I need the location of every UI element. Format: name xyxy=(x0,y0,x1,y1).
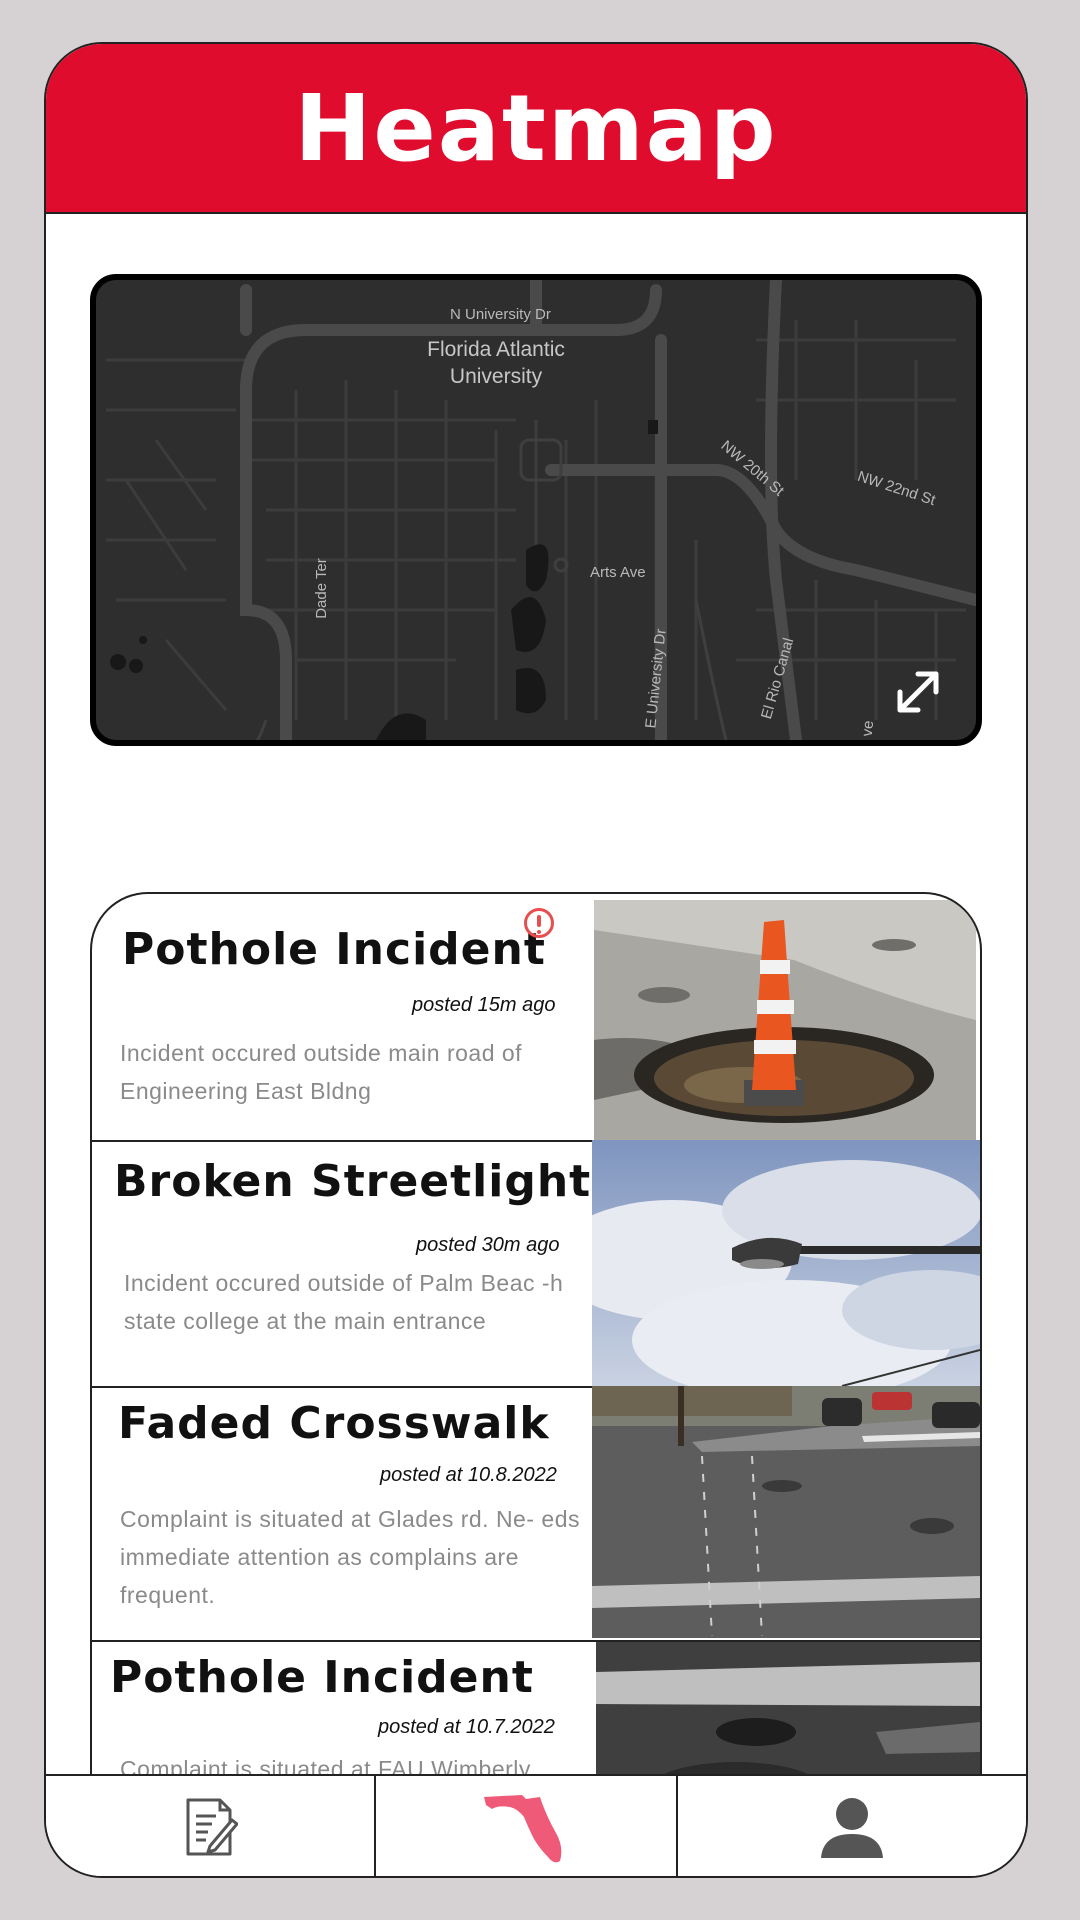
incident-title: Pothole Incident xyxy=(122,924,546,975)
incident-title: Broken Streetlight xyxy=(114,1156,592,1207)
report-document-icon xyxy=(186,1798,238,1856)
exclamation-circle-icon xyxy=(524,908,554,938)
incident-posted-time: posted 15m ago xyxy=(412,994,556,1016)
tab-profile[interactable] xyxy=(678,1776,1026,1876)
map-label-campus: Florida Atlantic University xyxy=(427,338,565,388)
user-profile-icon xyxy=(821,1798,883,1858)
pothole-with-traffic-cone-photo[interactable] xyxy=(594,900,976,1140)
page-title: Heatmap xyxy=(294,74,778,182)
expand-arrows-icon[interactable] xyxy=(890,664,946,720)
tab-heatmap[interactable] xyxy=(376,1776,676,1876)
map-label-edge: ve xyxy=(858,719,878,738)
incident-title: Pothole Incident xyxy=(110,1652,534,1703)
map-label-dade-ter: Dade Ter xyxy=(312,558,330,619)
incident-card[interactable]: Pothole Incident posted 15m ago Incident… xyxy=(92,894,980,1142)
incident-description: Incident occured outside main road of En… xyxy=(120,1040,523,1104)
map-label-n-university-dr: N University Dr xyxy=(450,306,551,323)
incident-title: Faded Crosswalk xyxy=(118,1398,550,1449)
bottom-navigation xyxy=(46,1774,1026,1876)
incident-posted-time: posted 30m ago xyxy=(416,1234,560,1256)
app-header: Heatmap xyxy=(46,44,1026,214)
incident-posted-time: posted at 10.7.2022 xyxy=(378,1716,555,1738)
incident-feed[interactable]: Pothole Incident posted 15m ago Incident… xyxy=(90,892,982,1824)
incident-posted-time: posted at 10.8.2022 xyxy=(380,1464,557,1486)
incident-description: Complaint is situated at Glades rd. Ne- … xyxy=(120,1506,580,1608)
tab-reports[interactable] xyxy=(46,1776,374,1876)
streetlight-against-sky-photo[interactable] xyxy=(592,1140,980,1386)
florida-map-icon xyxy=(484,1795,562,1863)
incident-card[interactable]: Broken Streetlight posted 30m ago Incide… xyxy=(92,1140,980,1388)
incident-description: Incident occured outside of Palm Beac -h… xyxy=(124,1270,564,1334)
incident-card[interactable]: Faded Crosswalk posted at 10.8.2022 Comp… xyxy=(92,1386,980,1642)
faded-crosswalk-street-photo[interactable] xyxy=(592,1386,980,1638)
map-label-arts-ave: Arts Ave xyxy=(590,564,646,581)
phone-frame: Heatmap N University Dr Florida Atlantic… xyxy=(44,42,1028,1878)
heatmap-map[interactable]: N University Dr Florida Atlantic Univers… xyxy=(90,274,982,746)
